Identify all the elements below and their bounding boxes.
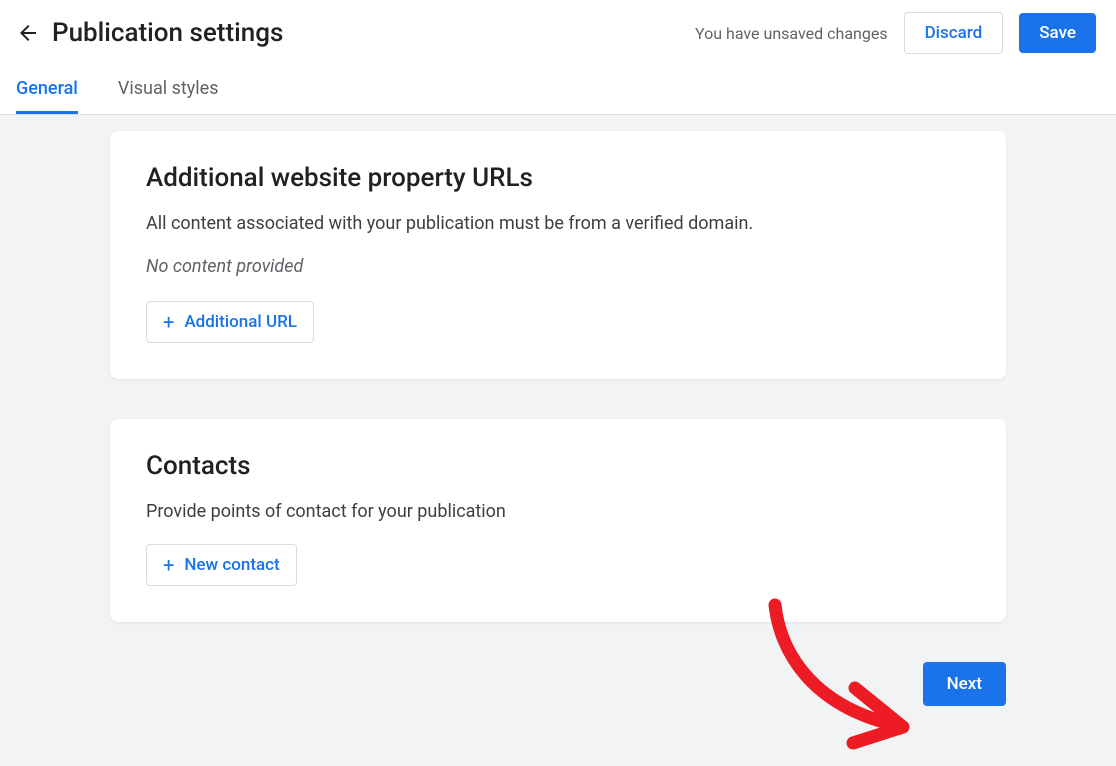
content-area: Additional website property URLs All con… [0,115,1116,766]
plus-icon: + [163,555,174,575]
add-url-label: Additional URL [184,312,297,332]
footer-row: Next [110,662,1006,706]
add-contact-label: New contact [184,555,279,575]
card-contacts-title: Contacts [146,451,970,481]
add-new-contact-button[interactable]: + New contact [146,544,297,586]
card-contacts-description: Provide points of contact for your publi… [146,501,970,522]
tab-visual-styles[interactable]: Visual styles [118,66,219,114]
card-contacts: Contacts Provide points of contact for y… [110,419,1006,622]
discard-button[interactable]: Discard [904,12,1004,54]
tab-general[interactable]: General [16,66,78,114]
card-urls-title: Additional website property URLs [146,163,970,193]
header-right: You have unsaved changes Discard Save [695,12,1096,54]
add-additional-url-button[interactable]: + Additional URL [146,301,314,343]
plus-icon: + [163,312,174,332]
back-arrow-icon[interactable] [16,21,40,45]
card-urls-empty: No content provided [146,256,970,277]
next-button[interactable]: Next [923,662,1006,706]
header-left: Publication settings [16,18,283,48]
header: Publication settings You have unsaved ch… [0,0,1116,66]
page-title: Publication settings [52,18,283,48]
unsaved-changes-text: You have unsaved changes [695,24,888,43]
save-button[interactable]: Save [1019,13,1096,53]
card-urls-description: All content associated with your publica… [146,213,970,234]
tabs: General Visual styles [0,66,1116,115]
card-additional-urls: Additional website property URLs All con… [110,131,1006,379]
